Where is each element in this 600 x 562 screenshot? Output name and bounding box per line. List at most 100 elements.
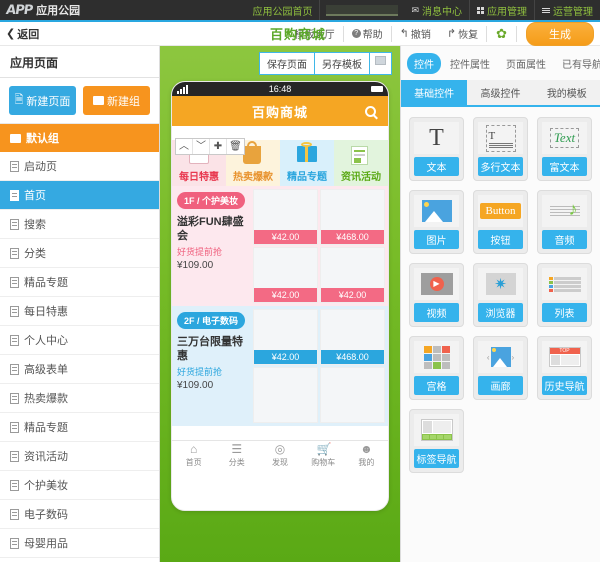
widget-label: 多行文本 (478, 157, 523, 176)
sidebar-item-0[interactable]: 启动页 (0, 152, 159, 181)
sidebar-item-10[interactable]: 资讯活动 (0, 442, 159, 471)
settings-gear-icon[interactable]: ✿ (487, 25, 517, 42)
sidebar-item-label: 首页 (24, 190, 46, 202)
sidebar-item-11[interactable]: 个护美妆 (0, 471, 159, 500)
add-icon[interactable]: ✚ (210, 139, 227, 154)
sidebar-item-5[interactable]: 每日特惠 (0, 297, 159, 326)
gift-icon (297, 142, 317, 166)
floor-price: ¥109.00 (177, 380, 214, 391)
undo-button[interactable]: ↰ 撤销 (392, 26, 439, 42)
pages-sidebar: 应用页面 🗎 新建页面 新建组 默认组 启动页 首页 搜索 分类 精品专题 每日特惠 个人中… (0, 46, 160, 562)
preview-button[interactable] (369, 52, 392, 75)
sidebar-item-1[interactable]: 首页 (0, 181, 159, 210)
page-icon (10, 537, 19, 549)
bottom-nav-label: 购物车 (311, 458, 336, 467)
sidebar-item-13[interactable]: 母婴用品 (0, 529, 159, 558)
product-cell[interactable]: ¥42.00 (253, 309, 318, 365)
product-image (321, 190, 384, 230)
bottom-nav-label: 发现 (272, 458, 288, 467)
help-button[interactable]: ? 帮助 (344, 25, 392, 42)
gallery-icon: ‹ › (478, 341, 523, 373)
compass-icon: ◎ (274, 442, 286, 456)
widget-11[interactable]: TOP 历史导航 (537, 336, 592, 400)
user-icon: ☻ (360, 442, 373, 456)
product-cell[interactable] (253, 367, 318, 423)
widget-0[interactable]: T 文本 (409, 117, 464, 181)
topbar-home-link[interactable]: 应用公园首页 (245, 0, 321, 20)
top-bar-right-group: 应用公园首页 ✉ 消息中心 应用管理 运营管理 (245, 0, 600, 20)
signal-icon (177, 84, 188, 94)
sidebar-item-2[interactable]: 搜索 (0, 210, 159, 239)
panel-subtab-1[interactable]: 高级控件 (467, 80, 533, 105)
panel-subtab-2[interactable]: 我的模板 (534, 80, 600, 105)
site-logo[interactable]: APP 应用公园 (0, 2, 80, 18)
panel-tab-3[interactable]: 已有导航 (555, 53, 600, 74)
move-up-icon[interactable]: ︿ (176, 139, 193, 154)
product-cell[interactable]: ¥42.00 (320, 247, 385, 303)
product-cell[interactable] (320, 367, 385, 423)
bottom-nav-item-4[interactable]: ☻ 我的 (345, 441, 388, 470)
product-cell[interactable]: ¥468.00 (320, 309, 385, 365)
floor-products: ¥42.00 ¥468.00 (250, 306, 388, 426)
grid-icon (477, 6, 484, 14)
bottom-nav-item-2[interactable]: ◎ 发现 (258, 441, 301, 470)
sidebar-group-default[interactable]: 默认组 (0, 124, 159, 152)
generate-button[interactable]: 生成 (526, 21, 594, 46)
widget-5[interactable]: ♪ 音频 (537, 190, 592, 254)
topbar-item-ops-manage[interactable]: 运营管理 (535, 0, 600, 20)
widget-8[interactable]: 列表 (537, 263, 592, 327)
save-page-button[interactable]: 保存页面 (259, 52, 315, 75)
widget-label: 宫格 (414, 376, 459, 395)
sidebar-item-14[interactable]: 手机 (0, 558, 159, 562)
sidebar-item-3[interactable]: 分类 (0, 239, 159, 268)
topbar-item-app-manage[interactable]: 应用管理 (470, 0, 535, 20)
back-button[interactable]: ❮ 返回 (0, 26, 39, 42)
widget-7[interactable]: ✷ 浏览器 (473, 263, 528, 327)
save-template-button[interactable]: 另存模板 (314, 52, 370, 75)
panel-subtab-0[interactable]: 基础控件 (401, 80, 468, 105)
sidebar-item-8[interactable]: 热卖爆款 (0, 384, 159, 413)
topbar-search-input[interactable] (326, 4, 399, 16)
bottom-nav-item-3[interactable]: 🛒 购物车 (302, 441, 345, 470)
new-group-button[interactable]: 新建组 (83, 86, 150, 115)
category-shortcut-2[interactable]: 精品专题 (280, 140, 334, 186)
floor-subtitle: 好货提前抢 (177, 247, 223, 257)
widget-9[interactable]: 宫格 (409, 336, 464, 400)
panel-tab-2[interactable]: 页面属性 (499, 53, 553, 74)
page-icon (10, 247, 19, 259)
product-image (321, 368, 384, 422)
sidebar-item-9[interactable]: 精品专题 (0, 413, 159, 442)
panel-tab-0[interactable]: 控件 (407, 53, 441, 74)
sidebar-item-7[interactable]: 高级表单 (0, 355, 159, 384)
widget-3[interactable]: 图片 (409, 190, 464, 254)
search-icon[interactable] (365, 105, 376, 117)
move-down-icon[interactable]: ﹀ (193, 139, 210, 154)
delete-icon[interactable]: 🗑 (227, 139, 244, 154)
bottom-nav-item-1[interactable]: ☰ 分类 (215, 441, 258, 470)
sidebar-item-4[interactable]: 精品专题 (0, 268, 159, 297)
widget-12[interactable]: 标签导航 (409, 409, 464, 473)
new-page-button[interactable]: 🗎 新建页面 (9, 86, 76, 115)
sidebar-item-label: 热卖爆款 (24, 393, 68, 405)
bottom-nav-label: 我的 (358, 458, 375, 467)
sidebar-item-6[interactable]: 个人中心 (0, 326, 159, 355)
product-cell[interactable]: ¥42.00 (253, 189, 318, 245)
new-page-label: 新建页面 (26, 95, 71, 108)
widget-6[interactable]: ▶ 视频 (409, 263, 464, 327)
panel-tab-1[interactable]: 控件属性 (443, 53, 497, 74)
widget-2[interactable]: Text 富文本 (537, 117, 592, 181)
widget-4[interactable]: Button 按钮 (473, 190, 528, 254)
battery-icon (371, 86, 383, 92)
product-cell[interactable]: ¥42.00 (253, 247, 318, 303)
widget-1[interactable]: T 多行文本 (473, 117, 528, 181)
bottom-nav-item-0[interactable]: ⌂ 首页 (172, 441, 215, 470)
redo-button[interactable]: ↱ 恢复 (439, 25, 488, 42)
product-image (254, 190, 317, 230)
widget-10[interactable]: ‹ › 画廊 (473, 336, 528, 400)
topbar-item-messages[interactable]: ✉ 消息中心 (404, 0, 470, 20)
product-cell[interactable]: ¥468.00 (320, 189, 385, 245)
category-shortcut-3[interactable]: 资讯活动 (334, 140, 388, 186)
sidebar-item-12[interactable]: 电子数码 (0, 500, 159, 529)
list-icon: ☰ (231, 442, 243, 456)
sidebar-item-label: 启动页 (24, 161, 57, 173)
